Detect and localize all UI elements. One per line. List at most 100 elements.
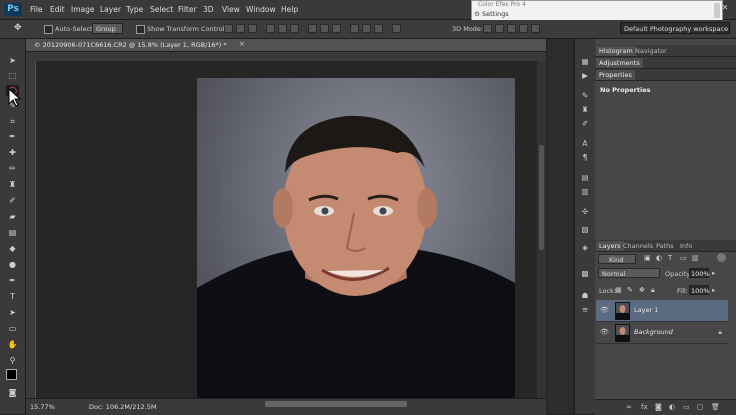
menu-edit[interactable]: Edit	[50, 5, 65, 14]
opacity-arrow-icon[interactable]: ▸	[712, 269, 715, 277]
plugin-popup[interactable]: Color Efex Pro 4 ⚙ Settings	[471, 0, 723, 22]
layer-row[interactable]: 👁︎ Background 🔒︎	[596, 322, 728, 344]
character-panel-icon[interactable]: A	[579, 139, 591, 149]
new-adjustment-icon[interactable]: ◐	[669, 403, 675, 411]
3d-roll-button[interactable]	[495, 24, 504, 33]
3d-slide-button[interactable]	[519, 24, 528, 33]
document-tab[interactable]: © 20120906-071C6616.CR2 @ 15.8% (Layer 1…	[26, 39, 546, 52]
move-icon[interactable]: ➤	[6, 55, 19, 66]
lock-all-icon[interactable]: 🔒︎	[651, 286, 655, 295]
popup-settings[interactable]: Settings	[482, 10, 509, 18]
clone-source-icon[interactable]: ♜	[579, 105, 591, 115]
fill-arrow-icon[interactable]: ▸	[712, 286, 715, 294]
tab-navigator[interactable]: Navigator	[632, 46, 670, 56]
auto-select-checkbox[interactable]	[44, 25, 53, 34]
channels-panel-icon[interactable]: ≡	[579, 305, 591, 315]
3d-pan-button[interactable]	[507, 24, 516, 33]
menu-type[interactable]: Type	[126, 5, 143, 14]
eyedropper-icon[interactable]: ✒	[6, 131, 19, 142]
eraser-icon[interactable]: ▰	[6, 211, 19, 222]
menu-select[interactable]: Select	[150, 5, 173, 14]
filter-adjustment-icon[interactable]: ◐	[656, 254, 662, 262]
clone-stamp-icon[interactable]: ♜	[6, 179, 19, 190]
shape-icon[interactable]: ▭	[6, 323, 19, 334]
filter-shape-icon[interactable]: ▭	[680, 254, 687, 262]
zoom-level[interactable]: 15.77%	[30, 403, 55, 411]
marquee-icon[interactable]: ⬚	[6, 70, 19, 81]
filter-type-icon[interactable]: T	[668, 254, 672, 262]
menu-window[interactable]: Window	[246, 5, 276, 14]
path-select-icon[interactable]: ➤	[6, 307, 19, 318]
3d-panel-icon[interactable]: ✣	[579, 207, 591, 217]
actions-panel-icon[interactable]: ▶	[579, 71, 591, 81]
align-top-button[interactable]	[224, 24, 233, 33]
color-panel-icon[interactable]: ▩	[579, 269, 591, 279]
menu-filter[interactable]: Filter	[178, 5, 197, 14]
foreground-color-swatch[interactable]	[6, 369, 17, 380]
align-hcenter-button[interactable]	[278, 24, 287, 33]
new-layer-icon[interactable]: ▢	[697, 403, 704, 411]
pen-icon[interactable]: ✒	[6, 275, 19, 286]
filter-pixel-icon[interactable]: ▣	[644, 254, 651, 262]
tool-presets-icon[interactable]: ✐	[579, 119, 591, 129]
align-left-button[interactable]	[266, 24, 275, 33]
layer-name[interactable]: Layer 1	[634, 306, 658, 314]
gradient-icon[interactable]: ▤	[6, 227, 19, 238]
brush-icon[interactable]: ✏	[6, 163, 19, 174]
trash-icon[interactable]: 🗑︎	[711, 403, 720, 411]
dodge-icon[interactable]: ●	[6, 259, 19, 270]
hand-icon[interactable]: ✋	[6, 339, 19, 350]
new-group-icon[interactable]: ▭	[683, 403, 690, 411]
menu-help[interactable]: Help	[281, 5, 298, 14]
add-mask-icon[interactable]: ◙	[655, 403, 662, 411]
tab-info[interactable]: Info	[677, 241, 695, 251]
layer-filter-kind[interactable]: Kind	[598, 254, 636, 264]
crop-icon[interactable]: ⌗	[6, 116, 19, 127]
opacity-field[interactable]: 100%	[689, 268, 710, 278]
horizontal-scroll-thumb[interactable]	[265, 401, 407, 407]
distribute-top-button[interactable]	[308, 24, 317, 33]
paths-panel-icon[interactable]: ☗	[579, 291, 591, 301]
notes-panel-icon[interactable]: ◈	[579, 243, 591, 253]
menu-image[interactable]: Image	[71, 5, 95, 14]
layer-name[interactable]: Background	[634, 328, 673, 336]
distribute-vcenter-button[interactable]	[320, 24, 329, 33]
eye-icon[interactable]: 👁︎	[600, 306, 609, 314]
distribute-hcenter-button[interactable]	[362, 24, 371, 33]
filter-smart-icon[interactable]: ▥	[692, 254, 699, 262]
fill-field[interactable]: 100%	[689, 285, 710, 295]
type-icon[interactable]: T	[6, 291, 19, 302]
3d-rotate-button[interactable]	[483, 24, 492, 33]
link-layers-icon[interactable]: ∞	[626, 403, 632, 411]
styles-panel-icon[interactable]: ▥	[579, 187, 591, 197]
zoom-icon[interactable]: ⚲	[6, 355, 19, 366]
menu-3d[interactable]: 3D	[203, 5, 214, 14]
menu-view[interactable]: View	[222, 5, 240, 14]
workspace-switcher[interactable]: Default Photography workspace	[620, 22, 730, 34]
brush-panel-icon[interactable]: ✎	[579, 91, 591, 101]
paragraph-panel-icon[interactable]: ¶	[579, 153, 591, 163]
history-panel-icon[interactable]: ▦	[579, 57, 591, 67]
transform-controls-checkbox[interactable]	[136, 25, 145, 34]
blend-mode-dropdown[interactable]: Normal	[598, 268, 660, 278]
tab-histogram[interactable]: Histogram	[596, 46, 636, 56]
menu-file[interactable]: File	[30, 5, 43, 14]
distribute-bottom-button[interactable]	[332, 24, 341, 33]
3d-scale-button[interactable]	[531, 24, 540, 33]
distribute-right-button[interactable]	[374, 24, 383, 33]
menu-layer[interactable]: Layer	[100, 5, 121, 14]
eye-icon[interactable]: 👁︎	[600, 328, 609, 336]
lock-image-icon[interactable]: ✎	[627, 286, 633, 294]
lock-transparent-icon[interactable]: ▦	[615, 286, 622, 294]
tab-channels[interactable]: Channels	[620, 241, 656, 251]
tab-paths[interactable]: Paths	[653, 241, 677, 251]
popup-scrollbar[interactable]	[714, 3, 720, 18]
distribute-left-button[interactable]	[350, 24, 359, 33]
auto-select-dropdown[interactable]: Group	[92, 23, 123, 34]
auto-align-button[interactable]	[392, 24, 401, 33]
fx-icon[interactable]: fx	[641, 403, 648, 411]
align-vcenter-button[interactable]	[236, 24, 245, 33]
tab-properties[interactable]: Properties	[596, 70, 635, 80]
lock-position-icon[interactable]: ✥	[639, 286, 645, 294]
filter-toggle[interactable]	[717, 253, 726, 262]
